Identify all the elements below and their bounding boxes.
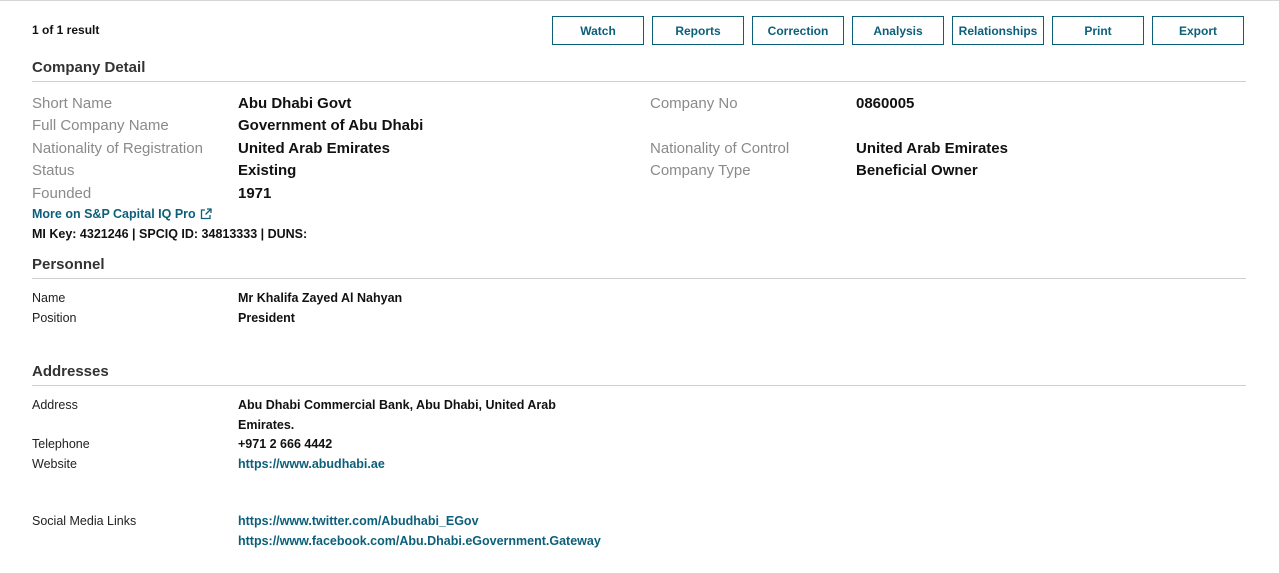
company-detail-divider [32, 81, 1246, 82]
print-button[interactable]: Print [1052, 16, 1144, 45]
short-name-label: Short Name [32, 95, 113, 112]
founded-value: 1971 [238, 185, 272, 202]
full-company-name-label: Full Company Name [32, 117, 169, 134]
nationality-registration-value: United Arab Emirates [238, 140, 390, 157]
facebook-link[interactable]: https://www.facebook.com/Abu.Dhabi.eGove… [238, 534, 601, 548]
relationships-button[interactable]: Relationships [952, 16, 1044, 45]
full-company-name-value: Government of Abu Dhabi [238, 117, 424, 134]
website-link[interactable]: https://www.abudhabi.ae [238, 457, 385, 471]
status-value: Existing [238, 162, 297, 179]
status-label: Status [32, 162, 75, 179]
capiq-pro-link[interactable]: More on S&P Capital IQ Pro [32, 207, 212, 221]
telephone-label: Telephone [32, 437, 90, 451]
company-no-label: Company No [650, 95, 738, 112]
personnel-name-value: Mr Khalifa Zayed Al Nahyan [238, 291, 403, 305]
nationality-registration-label: Nationality of Registration [32, 140, 203, 157]
company-identifiers: MI Key: 4321246 | SPCIQ ID: 34813333 | D… [32, 227, 308, 241]
short-name-value: Abu Dhabi Govt [238, 95, 352, 112]
external-link-icon [200, 208, 212, 220]
reports-button[interactable]: Reports [652, 16, 744, 45]
action-toolbar: Watch Reports Correction Analysis Relati… [552, 16, 1244, 45]
company-no-value: 0860005 [856, 95, 915, 112]
social-media-label: Social Media Links [32, 514, 137, 528]
nationality-control-label: Nationality of Control [650, 140, 790, 157]
website-label: Website [32, 457, 77, 471]
address-line-1: Abu Dhabi Commercial Bank, Abu Dhabi, Un… [238, 398, 556, 412]
personnel-position-value: President [238, 311, 295, 325]
company-type-label: Company Type [650, 162, 751, 179]
address-label: Address [32, 398, 78, 412]
watch-button[interactable]: Watch [552, 16, 644, 45]
telephone-value: +971 2 666 4442 [238, 437, 333, 451]
result-count: 1 of 1 result [32, 23, 100, 37]
address-line-2: Emirates. [238, 418, 295, 432]
personnel-position-label: Position [32, 311, 77, 325]
export-button[interactable]: Export [1152, 16, 1244, 45]
twitter-link[interactable]: https://www.twitter.com/Abudhabi_EGov [238, 514, 479, 528]
company-type-value: Beneficial Owner [856, 162, 978, 179]
correction-button[interactable]: Correction [752, 16, 844, 45]
company-detail-heading: Company Detail [32, 59, 146, 76]
personnel-heading: Personnel [32, 256, 105, 273]
addresses-divider [32, 385, 1246, 386]
personnel-divider [32, 278, 1246, 279]
founded-label: Founded [32, 185, 92, 202]
nationality-control-value: United Arab Emirates [856, 140, 1008, 157]
addresses-heading: Addresses [32, 363, 109, 380]
personnel-name-label: Name [32, 291, 66, 305]
capiq-pro-link-text: More on S&P Capital IQ Pro [32, 207, 196, 221]
analysis-button[interactable]: Analysis [852, 16, 944, 45]
